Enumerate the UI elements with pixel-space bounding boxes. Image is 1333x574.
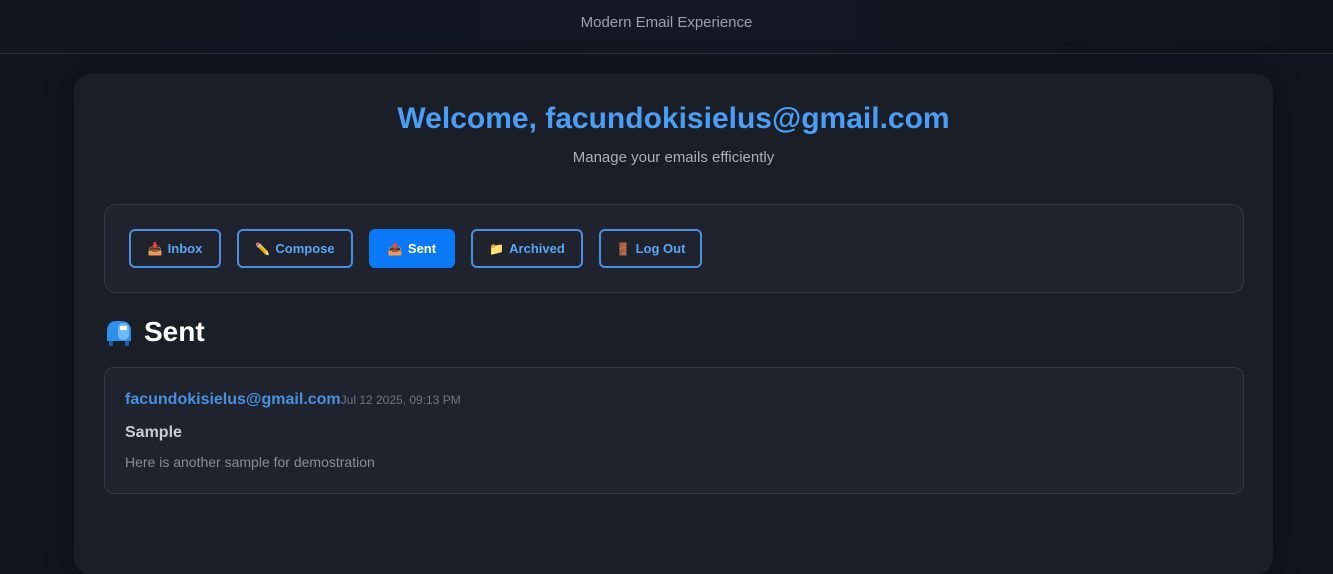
sent-button-label: Sent (407, 241, 437, 256)
folder-icon: 📁 (489, 241, 505, 256)
outbox-tray-icon: 📤 (387, 241, 403, 256)
welcome-subtitle: Manage your emails efficiently (572, 149, 775, 166)
archived-button-label: Archived (509, 241, 565, 256)
compose-button[interactable]: ✏️ Compose (237, 229, 353, 268)
app-title: Modern Email Experience (580, 14, 753, 31)
top-header: Modern Email Experience (0, 0, 1333, 54)
email-meta: facundokisielus@gmail.com Jul 12 2025, 0… (125, 391, 461, 409)
compose-button-label: Compose (275, 241, 335, 256)
section-heading: Sent (104, 316, 205, 348)
email-list-item[interactable]: facundokisielus@gmail.com Jul 12 2025, 0… (104, 367, 1244, 494)
email-preview: Here is another sample for demostration (125, 454, 375, 470)
email-sender: facundokisielus@gmail.com (125, 391, 341, 408)
door-icon: 🚪 (615, 241, 631, 256)
inbox-button-label: Inbox (167, 241, 203, 256)
sent-button[interactable]: 📤 Sent (369, 229, 455, 268)
archived-button[interactable]: 📁 Archived (471, 229, 583, 268)
nav-bar: 📥 Inbox ✏️ Compose 📤 Sent 📁 Archived 🚪 L… (104, 204, 1244, 293)
logout-button-label: Log Out (635, 241, 686, 256)
inbox-button[interactable]: 📥 Inbox (129, 229, 221, 268)
inbox-tray-icon: 📥 (147, 241, 163, 256)
logout-button[interactable]: 🚪 Log Out (599, 229, 702, 268)
section-title: Sent (144, 316, 205, 347)
pencil-icon: ✏️ (255, 241, 271, 256)
mailbox-icon (104, 317, 134, 347)
welcome-heading: Welcome, facundokisielus@gmail.com (397, 102, 950, 135)
email-subject: Sample (125, 424, 182, 441)
email-date: Jul 12 2025, 09:13 PM (340, 393, 461, 407)
main-card: Welcome, facundokisielus@gmail.com Manag… (74, 74, 1273, 574)
